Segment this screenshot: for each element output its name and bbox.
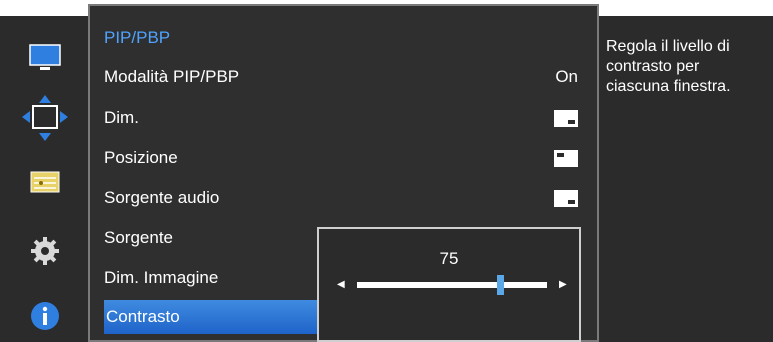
gear-icon[interactable] (28, 234, 62, 268)
menu-item-label: Posizione (104, 148, 178, 167)
pip-size-icon (554, 101, 578, 135)
menu-item-label: Sorgente audio (104, 188, 220, 207)
menu-item-label: Sorgente (104, 228, 173, 247)
menu-item-label: Dim. (104, 108, 139, 127)
menu-item-label: Dim. Immagine (104, 268, 219, 287)
menu-title: PIP/PBP (104, 28, 171, 47)
settings-list-icon[interactable] (28, 166, 62, 200)
slider-right-arrow-icon[interactable]: ▶ (559, 279, 567, 290)
osd-sidebar (0, 16, 88, 342)
menu-item-pip-mode[interactable]: Modalità PIP/PBP On (104, 60, 584, 94)
pip-position-icon (554, 141, 578, 175)
menu-item-position[interactable]: Posizione (104, 141, 584, 175)
slider-left-arrow-icon[interactable]: ◀ (337, 279, 345, 290)
slider-value: 75 (439, 249, 459, 268)
contrast-slider-thumb[interactable] (496, 275, 504, 295)
help-text: Regola il livello di contrasto per ciasc… (606, 38, 731, 95)
monitor-icon[interactable] (28, 41, 62, 75)
menu-item-size[interactable]: Dim. (104, 101, 584, 135)
menu-item-audio-source[interactable]: Sorgente audio (104, 181, 584, 215)
info-icon[interactable] (28, 299, 62, 333)
contrast-slider-popup: 75 ◀ ▶ (317, 227, 581, 342)
audio-source-icon (554, 181, 578, 215)
contrast-slider-track[interactable] (357, 282, 547, 288)
menu-item-contrast[interactable]: Contrasto (104, 300, 330, 334)
move-icon[interactable] (20, 93, 70, 143)
menu-item-label: Modalità PIP/PBP (104, 67, 240, 86)
menu-item-label: Contrasto (106, 307, 180, 326)
menu-item-value: On (555, 67, 578, 86)
